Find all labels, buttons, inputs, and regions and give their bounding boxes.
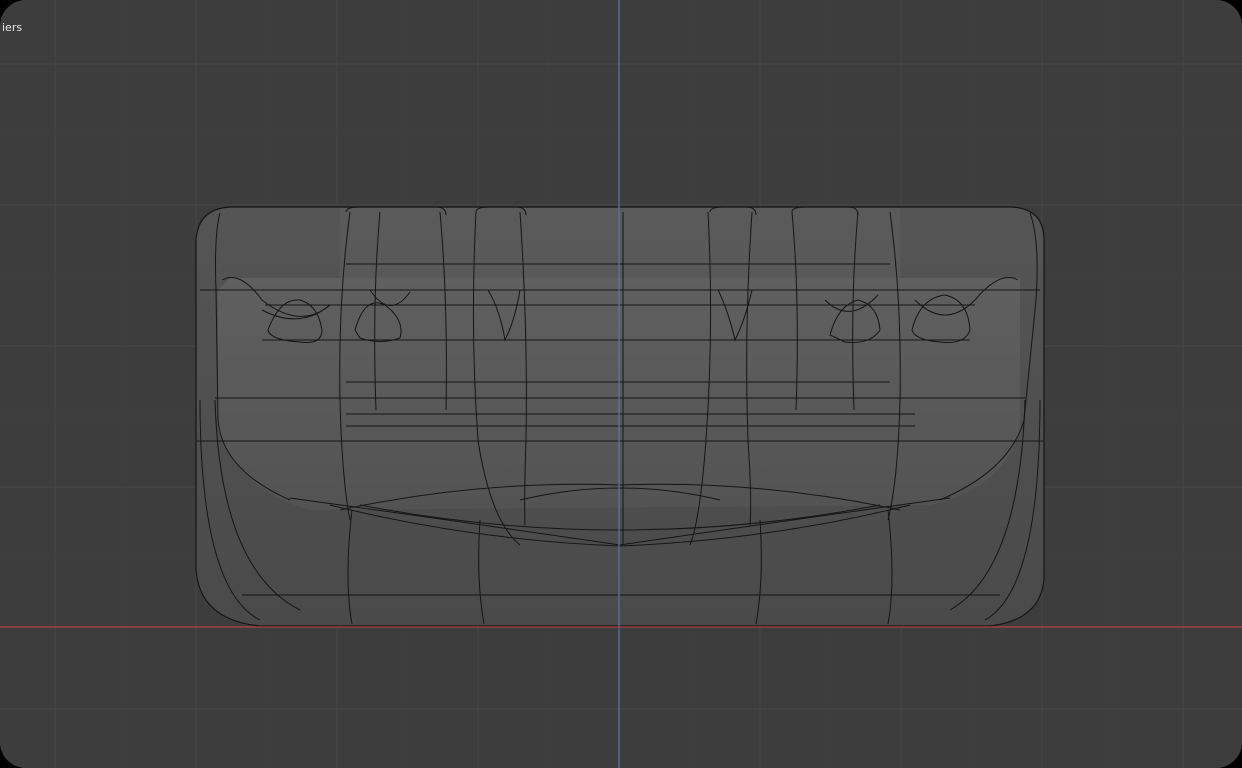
sofa-model[interactable] xyxy=(195,206,1045,627)
3d-viewport[interactable]: iers xyxy=(0,0,1242,768)
sofa-top-band xyxy=(340,208,900,278)
viewport-canvas[interactable] xyxy=(0,0,1242,768)
viewport-header-label: iers xyxy=(2,21,23,34)
